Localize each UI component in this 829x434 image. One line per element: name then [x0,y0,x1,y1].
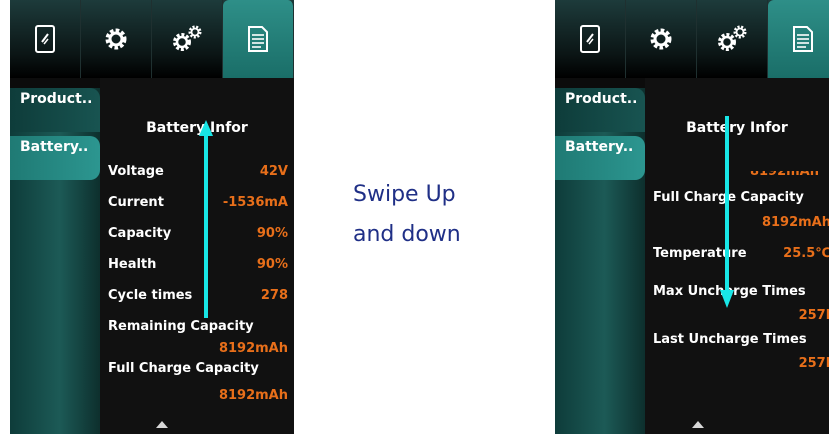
tab-settings[interactable] [81,0,152,78]
sidebar-item-battery[interactable]: Battery.. [555,136,645,180]
document-icon [248,26,268,52]
sidebar-item-label: Product.. [565,91,638,107]
tab-device[interactable] [555,0,626,78]
sidebar-item-battery[interactable]: Battery.. [10,136,100,180]
tab-info[interactable] [223,0,294,78]
sidebar-item-product[interactable]: Product.. [555,88,645,132]
row-label: Full Charge Capacity [108,361,259,376]
tab-advanced-settings[interactable] [697,0,768,78]
swipe-down-arrow-icon [720,116,734,308]
tab-advanced-settings[interactable] [152,0,223,78]
row-value: 278 [260,288,288,303]
top-tab-bar [10,0,294,78]
info-row-temperature: Temperature 25.5℃ [653,246,829,266]
row-value: 90% [256,257,288,272]
sidebar: Product.. Battery.. [555,88,645,434]
caption-line-1: Swipe Up [353,182,456,207]
row-label: Last Uncharge Times [653,332,807,347]
sidebar-item-product[interactable]: Product.. [10,88,100,132]
tab-device[interactable] [10,0,81,78]
partial-top-value: 8192mAh [749,164,819,179]
row-value: 90% [256,226,288,241]
info-row-last-uncharge: Last Uncharge Times [653,332,829,352]
row-label: Remaining Capacity [108,319,254,334]
sidebar-item-label: Battery.. [565,139,634,155]
device-icon [35,25,55,53]
scroll-up-arrow-icon[interactable] [156,421,168,428]
info-row-full-charge-capacity: Full Charge Capacity [108,361,288,381]
caption-line-2: and down [353,222,461,247]
document-icon [793,26,813,52]
top-tab-bar [555,0,829,78]
right-phone-screen: Product.. Battery.. Battery Infor 8192mA… [555,0,829,434]
remaining-capacity-value: 8192mAh [218,341,288,356]
row-label: Capacity [108,226,172,241]
sidebar-item-label: Battery.. [20,139,89,155]
row-label: Health [108,257,157,272]
gears-icon [173,25,202,51]
device-icon [580,25,600,53]
row-value: 42V [259,164,288,179]
panel-title: Battery Infor [146,120,248,136]
row-value: 25.5℃ [783,246,829,261]
row-label: Cycle times [108,288,193,303]
last-uncharge-value: 257h [798,356,829,371]
tab-info[interactable] [768,0,829,78]
tab-settings[interactable] [626,0,697,78]
info-row-max-uncharge: Max Uncharge Times [653,284,829,304]
row-value: -1536mA [222,195,288,210]
left-phone-screen: Product.. Battery.. Battery Infor Voltag… [10,0,294,434]
full-charge-capacity-value: 8192mAh [761,215,829,230]
swipe-up-arrow-icon [199,120,213,318]
full-charge-capacity-value: 8192mAh [218,388,288,403]
battery-info-panel[interactable]: Battery Infor Voltage 42V Current -1536m… [100,78,294,434]
info-row-full-charge-capacity: Full Charge Capacity [653,190,829,210]
max-uncharge-value: 257h [798,308,829,323]
sidebar-item-label: Product.. [20,91,93,107]
info-row-remaining-capacity: Remaining Capacity [108,319,288,339]
gears-icon [718,25,747,51]
battery-info-panel[interactable]: Battery Infor 8192mAh Full Charge Capaci… [645,78,829,434]
sidebar: Product.. Battery.. [10,88,100,434]
panel-title: Battery Infor [686,120,788,136]
gear-icon [105,28,127,50]
row-label: Voltage [108,164,164,179]
row-label: Current [108,195,164,210]
gear-icon [650,28,672,50]
scroll-up-arrow-icon[interactable] [692,421,704,428]
